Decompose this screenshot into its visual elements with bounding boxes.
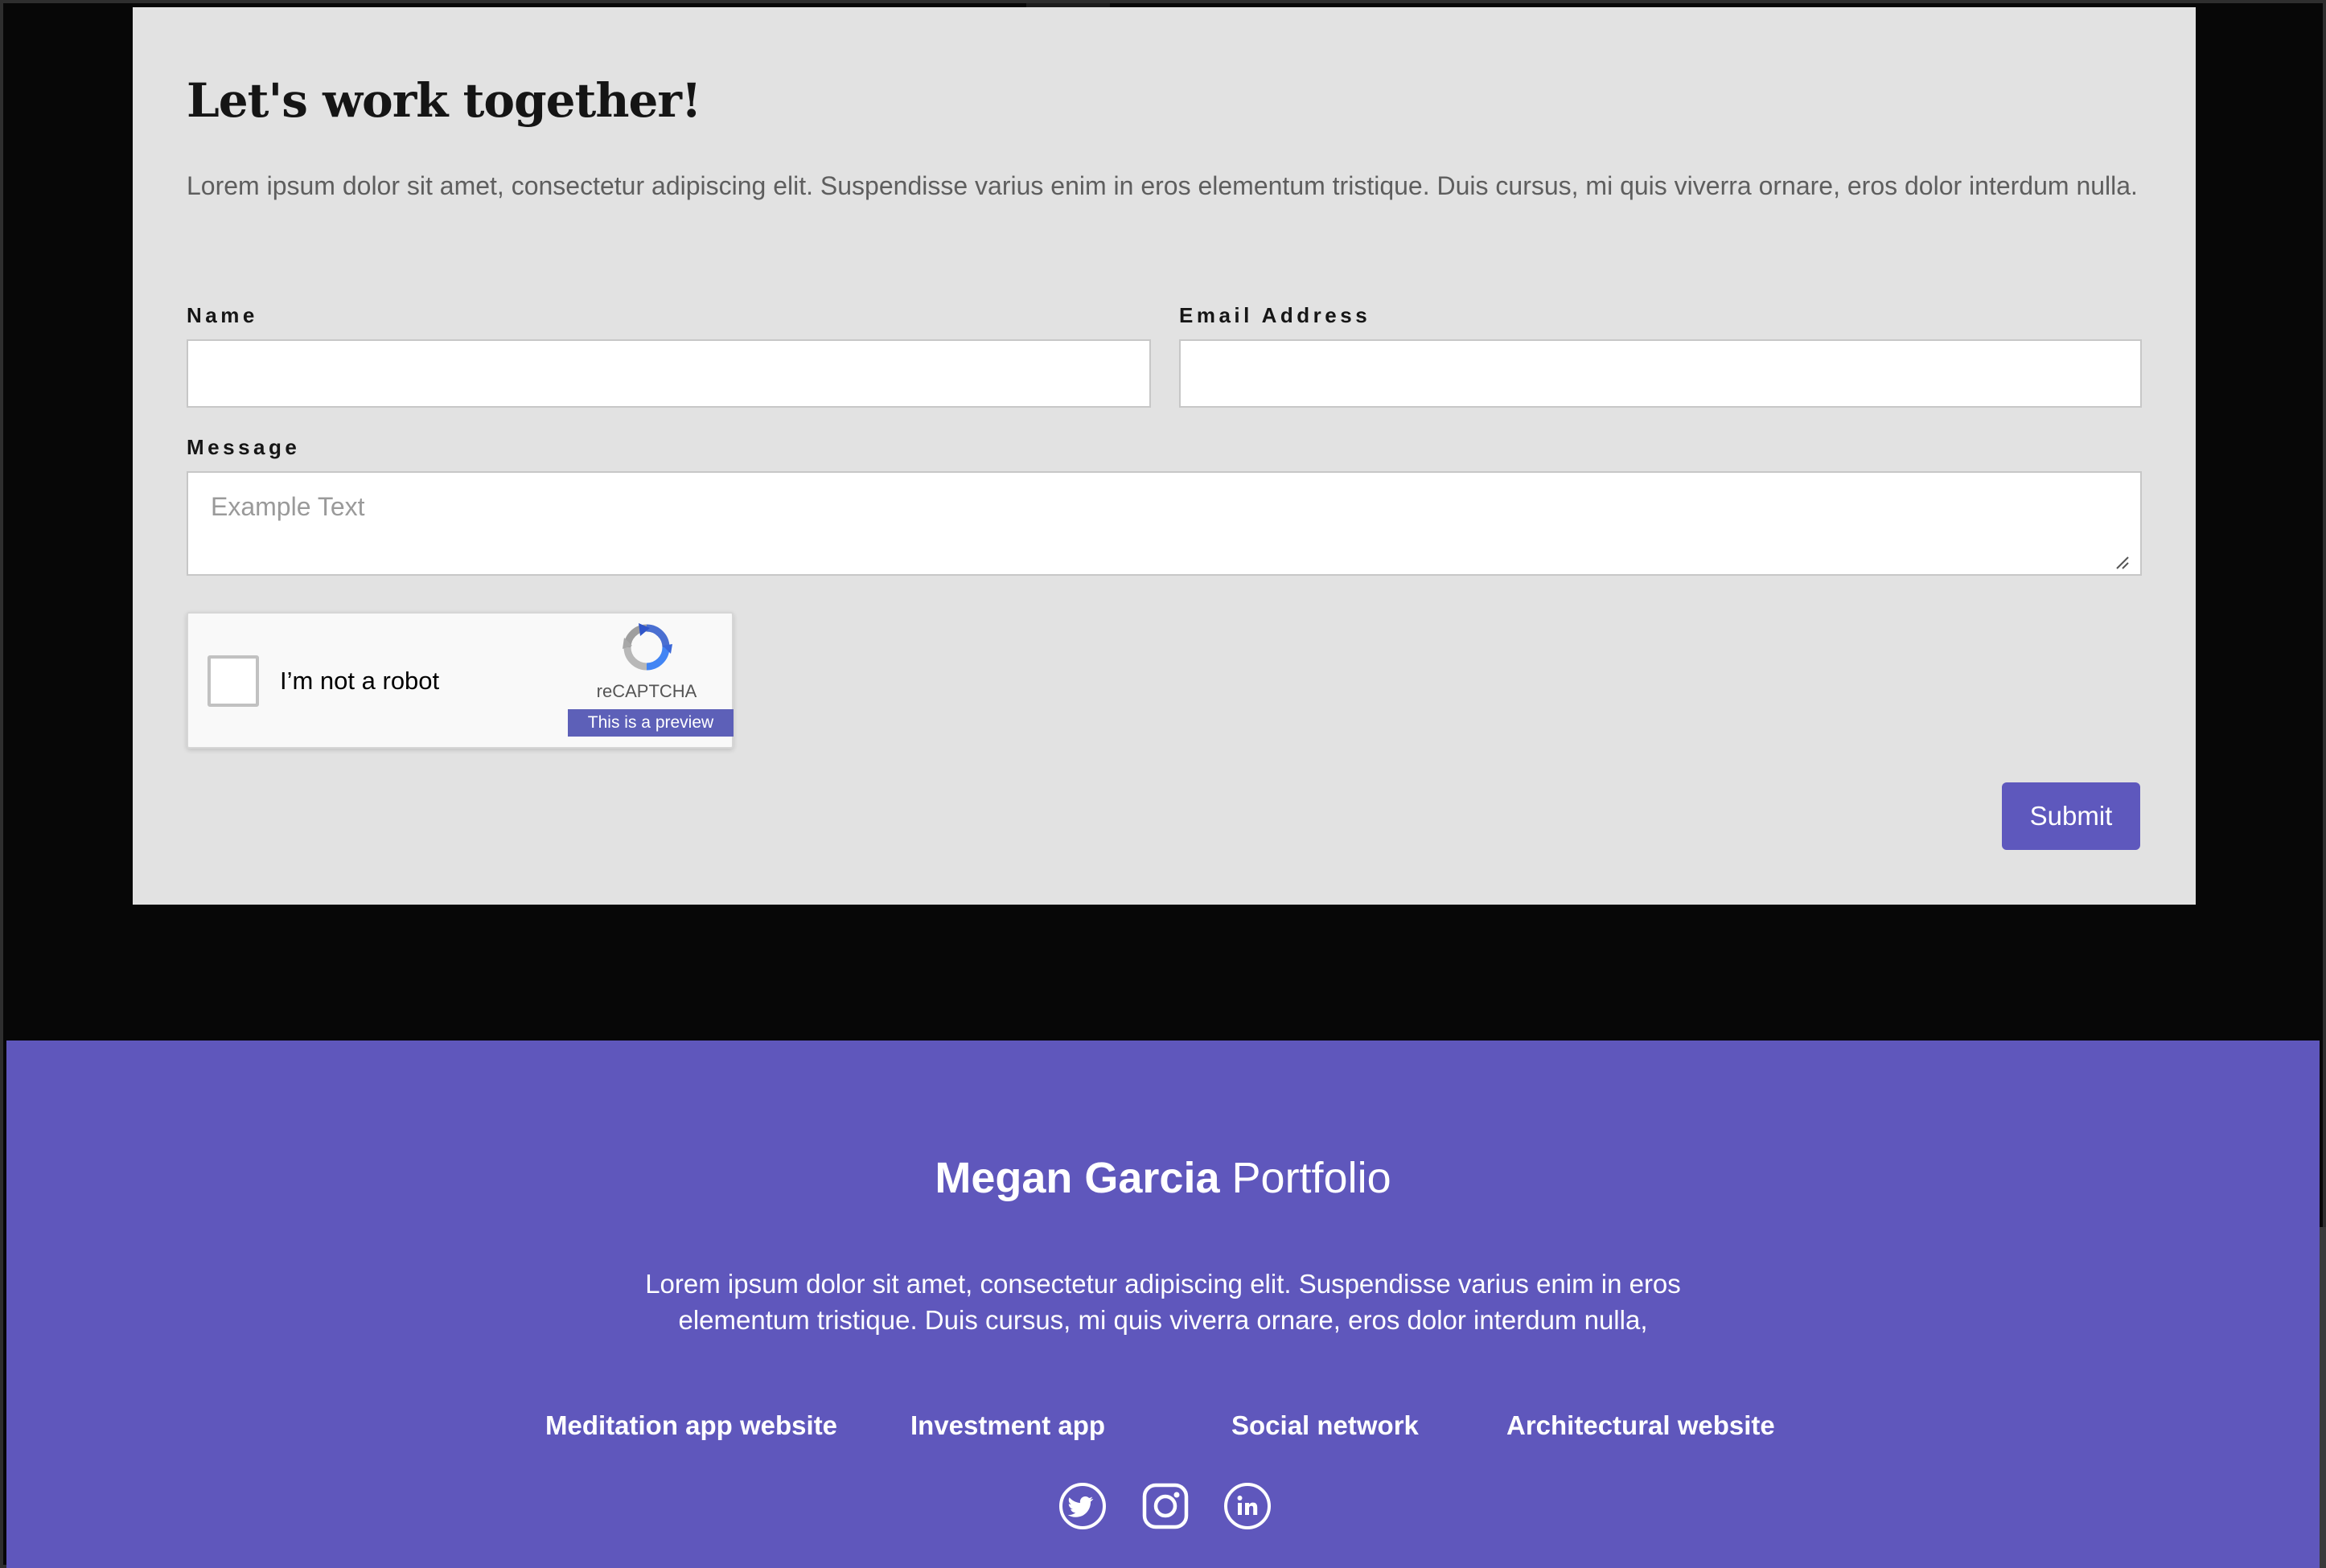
- footer-link-investment[interactable]: Investment app: [910, 1410, 1105, 1441]
- footer-link-meditation[interactable]: Meditation app website: [545, 1410, 837, 1441]
- footer-brand: Megan Garcia Portfolio: [6, 1153, 2320, 1203]
- recaptcha-widget: I’m not a robot reCAPTCHA This is a prev…: [187, 612, 734, 749]
- instagram-icon: [1142, 1483, 1189, 1529]
- recaptcha-brand: reCAPTCHA: [596, 681, 697, 701]
- email-label: Email Address: [1179, 303, 1371, 327]
- footer-link-social-network[interactable]: Social network: [1231, 1410, 1419, 1441]
- footer-link-architectural[interactable]: Architectural website: [1506, 1410, 1775, 1441]
- page-scrollbar[interactable]: [2320, 1227, 2326, 1568]
- site-footer: Megan Garcia Portfolio Lorem ipsum dolor…: [6, 1041, 2320, 1568]
- recaptcha-label: I’m not a robot: [280, 667, 440, 695]
- contact-title: Let's work together!: [187, 73, 701, 128]
- name-label: Name: [187, 303, 258, 327]
- contact-intro: Lorem ipsum dolor sit amet, consectetur …: [187, 171, 2138, 200]
- submit-button[interactable]: Submit: [2002, 782, 2140, 850]
- recaptcha-checkbox[interactable]: [208, 655, 259, 707]
- instagram-link[interactable]: [1140, 1481, 1190, 1531]
- recaptcha-logo-icon: [623, 623, 672, 671]
- name-input[interactable]: [187, 339, 1151, 408]
- message-textarea[interactable]: [187, 471, 2142, 576]
- linkedin-link[interactable]: [1223, 1481, 1272, 1531]
- twitter-link[interactable]: [1058, 1481, 1108, 1531]
- recaptcha-preview-badge: This is a preview: [568, 709, 734, 737]
- footer-brand-name: Megan Garcia: [935, 1154, 1220, 1202]
- linkedin-icon: [1224, 1483, 1271, 1529]
- browser-viewport: Let's work together! Lorem ipsum dolor s…: [0, 0, 2326, 1568]
- footer-description: Lorem ipsum dolor sit amet, consectetur …: [645, 1269, 1681, 1335]
- email-input[interactable]: [1179, 339, 2142, 408]
- footer-brand-suffix: Portfolio: [1231, 1154, 1391, 1202]
- twitter-icon: [1059, 1483, 1106, 1529]
- resize-grip-icon[interactable]: [2114, 554, 2130, 570]
- contact-form-card: Let's work together! Lorem ipsum dolor s…: [133, 7, 2196, 905]
- message-label: Message: [187, 435, 301, 459]
